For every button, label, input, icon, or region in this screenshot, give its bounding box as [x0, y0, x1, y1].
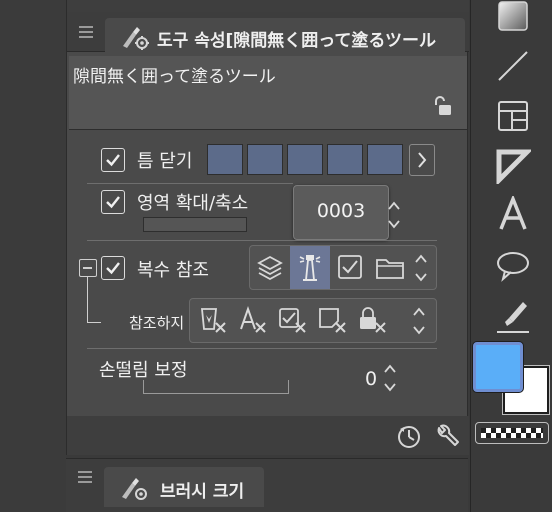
- gap-closing-label: 틈 닫기: [137, 151, 193, 172]
- area-scaling-value-box[interactable]: 0003: [293, 185, 389, 240]
- tab-brush-size[interactable]: 브러시 크기: [104, 467, 264, 507]
- gap-level-4[interactable]: [327, 144, 363, 175]
- selected-layer-icon[interactable]: [330, 246, 370, 289]
- exclude-draft-layer-icon[interactable]: [312, 299, 352, 342]
- stabilization-value: 0: [365, 368, 378, 390]
- right-toolbar: [470, 0, 552, 512]
- brush-size-icon: [118, 475, 148, 501]
- refer-exclude-label: 참조하지: [129, 314, 183, 332]
- balloon-tool-icon[interactable]: [495, 248, 531, 284]
- transparent-color-swatch[interactable]: [475, 422, 549, 444]
- stabilization-label: 손떨림 보정: [99, 360, 188, 381]
- separator: [87, 348, 437, 349]
- gradient-tool-icon[interactable]: [495, 0, 531, 34]
- area-scaling-label: 영역 확대/축소: [137, 193, 249, 214]
- refer-exclude-spinner-icon[interactable]: [412, 301, 426, 341]
- area-scaling-slider[interactable]: [143, 217, 247, 232]
- stabilization-spinner-icon[interactable]: [383, 358, 397, 398]
- multiple-refer-checkbox[interactable]: [101, 256, 125, 280]
- frame-border-tool-icon[interactable]: [495, 98, 531, 134]
- folder-icon[interactable]: [370, 246, 410, 289]
- brush-size-panel: 브러시 크기: [66, 458, 468, 512]
- brush-size-title: 브러시 크기: [160, 482, 245, 502]
- tool-name-box: 隙間無く囲って塗るツール: [69, 56, 467, 130]
- ruler-tool-icon[interactable]: [495, 148, 534, 187]
- separator: [87, 183, 293, 184]
- gap-level-1[interactable]: [207, 144, 243, 175]
- gap-level-3[interactable]: [287, 144, 323, 175]
- separator: [87, 240, 437, 241]
- exclude-edit-layer-icon[interactable]: [272, 299, 312, 342]
- text-tool-icon[interactable]: [495, 194, 531, 232]
- area-scaling-value: 0003: [316, 200, 366, 222]
- tool-property-header: 도구 속성[隙間無く囲って塗るツール: [67, 12, 469, 53]
- gap-closing-expand-button[interactable]: [409, 144, 435, 176]
- panel-menu-icon[interactable]: [79, 26, 93, 38]
- reference-layer-icon[interactable]: [290, 246, 330, 289]
- tool-property-panel: 도구 속성[隙間無く囲って塗るツール 隙間無く囲って塗るツール 틈 닫기 영역 …: [66, 0, 469, 455]
- area-scaling-checkbox[interactable]: [101, 190, 125, 214]
- tool-property-icon: [119, 24, 149, 50]
- all-layers-icon[interactable]: [250, 246, 290, 289]
- exclude-text-icon[interactable]: [232, 299, 272, 342]
- multiple-refer-label: 복수 참조: [137, 260, 209, 281]
- refer-exclude-buttons: [189, 298, 437, 343]
- left-canvas-strip: [0, 0, 66, 512]
- tab-tool-property[interactable]: 도구 속성[隙間無く囲って塗るツール: [105, 18, 465, 53]
- panel-bottom-bar: [67, 416, 469, 455]
- gap-level-5[interactable]: [367, 144, 403, 175]
- main-color-swatch[interactable]: [473, 342, 523, 392]
- stabilization-slider[interactable]: [143, 380, 289, 394]
- tool-property-title: 도구 속성[隙間無く囲って塗るツール: [157, 31, 437, 51]
- gap-closing-checkbox[interactable]: [101, 148, 125, 172]
- wrench-icon[interactable]: [433, 422, 461, 450]
- unlock-icon[interactable]: [431, 95, 453, 117]
- refer-source-spinner-icon[interactable]: [414, 248, 428, 288]
- initial-settings-icon[interactable]: [395, 422, 423, 450]
- area-scaling-spinner-icon[interactable]: [387, 195, 401, 235]
- panel-top-band: [67, 0, 469, 12]
- exclude-paper-icon[interactable]: [192, 299, 232, 342]
- exclude-locked-layer-icon[interactable]: [352, 299, 392, 342]
- gap-level-2[interactable]: [247, 144, 283, 175]
- line-tool-icon[interactable]: [495, 48, 531, 84]
- correction-line-tool-icon[interactable]: [495, 298, 531, 334]
- collapse-toggle-icon[interactable]: [79, 259, 97, 277]
- panel-menu-icon[interactable]: [78, 471, 92, 483]
- tool-name: 隙間無く囲って塗るツール: [73, 67, 276, 87]
- refer-source-buttons: [249, 245, 437, 290]
- tree-connector: [87, 277, 101, 323]
